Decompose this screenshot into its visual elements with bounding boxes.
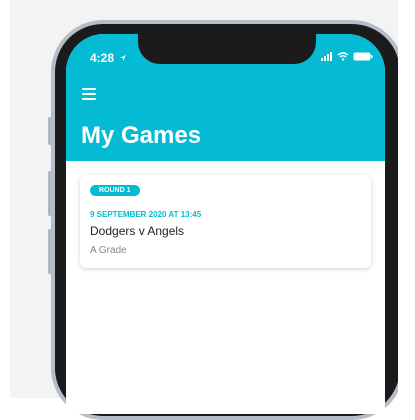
cellular-signal-icon	[321, 52, 332, 61]
page-margin	[398, 0, 415, 398]
round-badge: ROUND 1	[90, 185, 140, 196]
page-title: My Games	[81, 122, 202, 149]
status-time-text: 4:28	[90, 51, 115, 65]
menu-icon[interactable]	[82, 88, 96, 100]
status-icons	[321, 52, 373, 61]
game-teams: Dodgers v Angels	[90, 224, 185, 238]
location-arrow-icon	[120, 55, 127, 61]
battery-icon	[353, 52, 373, 61]
game-grade: A Grade	[90, 245, 127, 256]
app-header: 4:28 My Games	[66, 34, 385, 161]
status-time: 4:28	[90, 51, 127, 65]
game-datetime: 9 SEPTEMBER 2020 AT 13:45	[90, 210, 202, 219]
phone-screen: 4:28 My Games ROUND 1 9 SEPTEMBER 2020 A…	[66, 34, 385, 414]
wifi-icon	[337, 52, 349, 61]
phone-notch	[138, 34, 316, 64]
game-card[interactable]: ROUND 1 9 SEPTEMBER 2020 AT 13:45 Dodger…	[80, 175, 371, 268]
